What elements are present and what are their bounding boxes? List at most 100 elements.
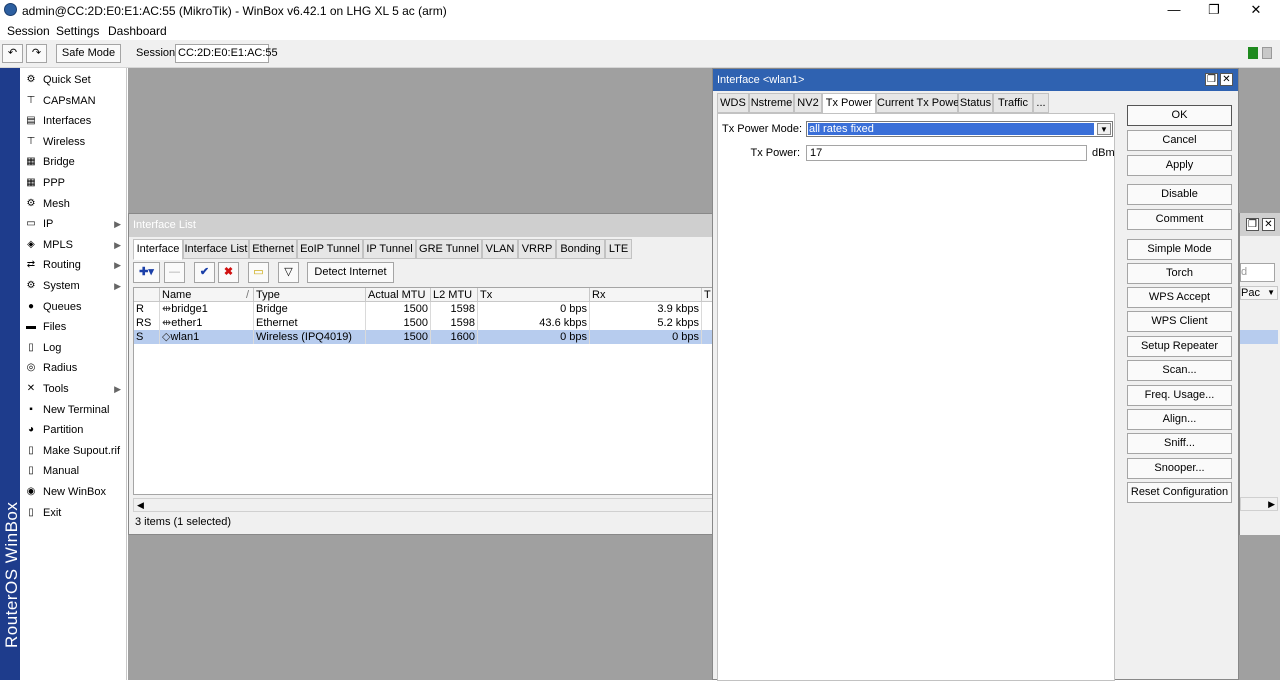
enable-button[interactable]: ✔	[194, 262, 215, 283]
add-button[interactable]: ✚▾	[133, 262, 160, 283]
bg-window-selected-row[interactable]	[1240, 330, 1278, 344]
sidebar-item-routing[interactable]: ⇄ Routing ▶	[20, 255, 127, 275]
scroll-left-arrow-icon[interactable]: ◀	[137, 499, 144, 511]
detect-internet-button[interactable]: Detect Internet	[307, 262, 394, 283]
tab-nstreme[interactable]: Nstreme	[749, 93, 794, 113]
col-type[interactable]: Type	[254, 288, 366, 302]
sidebar-item-files[interactable]: ▬ Files	[20, 317, 127, 337]
tab-interface[interactable]: Interface	[133, 239, 183, 260]
col-l2-mtu[interactable]: L2 MTU	[431, 288, 478, 302]
col-flags[interactable]	[134, 288, 160, 302]
ok-button[interactable]: OK	[1127, 105, 1232, 126]
tab-ip-tunnel[interactable]: IP Tunnel	[363, 239, 416, 259]
tx-power-input[interactable]: 17	[806, 145, 1087, 161]
bg-window-maximize-icon[interactable]: ❐	[1246, 218, 1259, 231]
align-button[interactable]: Align...	[1127, 409, 1232, 430]
tab-eoip-tunnel[interactable]: EoIP Tunnel	[297, 239, 363, 259]
maximize-button[interactable]: ❐	[1194, 0, 1234, 21]
sidebar-item-queues[interactable]: ● Queues	[20, 297, 127, 317]
simple-mode-button[interactable]: Simple Mode	[1127, 239, 1232, 260]
wlan-close-icon[interactable]: ✕	[1220, 73, 1233, 86]
horizontal-scrollbar[interactable]: ◀	[133, 498, 713, 512]
tab-wds[interactable]: WDS	[717, 93, 749, 113]
col-actual-mtu[interactable]: Actual MTU	[366, 288, 431, 302]
sidebar-item-exit[interactable]: ▯ Exit	[20, 503, 127, 523]
disable-button[interactable]: Disable	[1127, 184, 1232, 205]
sidebar-item-label: PPP	[43, 177, 66, 189]
safe-mode-button[interactable]: Safe Mode	[56, 44, 121, 63]
tab-interface-list[interactable]: Interface List	[183, 239, 249, 259]
filter-button[interactable]: ▽	[278, 262, 299, 283]
bg-window-column[interactable]: Pac ▼	[1240, 286, 1278, 300]
bg-window-search[interactable]: d	[1240, 263, 1275, 282]
sidebar-item-log[interactable]: ▯ Log	[20, 338, 127, 358]
torch-button[interactable]: Torch	[1127, 263, 1232, 284]
sidebar-item-radius[interactable]: ◎ Radius	[20, 358, 127, 378]
sidebar-item-new-winbox[interactable]: ◉ New WinBox	[20, 482, 127, 502]
cancel-button[interactable]: Cancel	[1127, 130, 1232, 151]
table-row[interactable]: S ◇wlan1 Wireless (IPQ4019) 1500 1600 0 bps 0 …	[134, 330, 712, 344]
minimize-button[interactable]: —	[1154, 0, 1194, 21]
menu-session[interactable]: Session	[7, 24, 50, 38]
tab-gre-tunnel[interactable]: GRE Tunnel	[416, 239, 482, 259]
setup-repeater-button[interactable]: Setup Repeater	[1127, 336, 1232, 357]
table-row[interactable]: R ⇹bridge1 Bridge 1500 1598 0 bps 3.9 kbps	[134, 302, 712, 316]
sidebar-item-new-terminal[interactable]: ▪ New Terminal	[20, 400, 127, 420]
sidebar-item-ip[interactable]: ▭ IP ▶	[20, 214, 127, 234]
sidebar-item-system[interactable]: ⚙ System ▶	[20, 276, 127, 296]
menu-dashboard[interactable]: Dashboard	[108, 24, 167, 38]
table-row[interactable]: RS ⇹ether1 Ethernet 1500 1598 43.6 kbps 5.2 kb…	[134, 316, 712, 330]
freq-usage-button[interactable]: Freq. Usage...	[1127, 385, 1232, 406]
tab-vrrp[interactable]: VRRP	[518, 239, 556, 259]
tx-power-mode-select[interactable]: all rates fixed ▼	[806, 121, 1113, 137]
tab-current-tx-power[interactable]: Current Tx Power	[876, 93, 963, 113]
col-name[interactable]: Name /	[160, 288, 254, 302]
tab-nv2[interactable]: NV2	[794, 93, 822, 113]
sidebar-item-ppp[interactable]: ▦ PPP	[20, 173, 127, 193]
comment-button[interactable]: Comment	[1127, 209, 1232, 230]
interface-list-title[interactable]: Interface List	[129, 214, 712, 237]
tab-tx-power[interactable]: Tx Power	[822, 93, 876, 114]
sidebar-item-partition[interactable]: ◕ Partition	[20, 420, 127, 440]
wlan-maximize-icon[interactable]: ❐	[1205, 73, 1218, 86]
comment-button[interactable]: ▭	[248, 262, 269, 283]
sidebar-item-capsman[interactable]: ⊤ CAPsMAN	[20, 91, 127, 111]
tab-ethernet[interactable]: Ethernet	[249, 239, 297, 259]
undo-button[interactable]: ↶	[2, 44, 23, 63]
tab-traffic[interactable]: Traffic	[993, 93, 1033, 113]
apply-button[interactable]: Apply	[1127, 155, 1232, 176]
close-button[interactable]: ✕	[1236, 0, 1276, 21]
redo-button[interactable]: ↷	[26, 44, 47, 63]
scan-button[interactable]: Scan...	[1127, 360, 1232, 381]
sidebar-item-tools[interactable]: ✕ Tools ▶	[20, 379, 127, 399]
tx-power-mode-value: all rates fixed	[808, 123, 1094, 135]
disable-button[interactable]: ✖	[218, 262, 239, 283]
tab-status[interactable]: Status	[958, 93, 993, 113]
sidebar-item-interfaces[interactable]: ▤ Interfaces	[20, 111, 127, 131]
session-field[interactable]: CC:2D:E0:E1:AC:55	[175, 44, 278, 63]
reset-configuration-button[interactable]: Reset Configuration	[1127, 482, 1232, 503]
sidebar-item-mpls[interactable]: ◈ MPLS ▶	[20, 235, 127, 255]
tab-vlan[interactable]: VLAN	[482, 239, 518, 259]
wlan-window-title[interactable]: Interface <wlan1>	[713, 69, 1238, 91]
wps-client-button[interactable]: WPS Client	[1127, 311, 1232, 332]
sidebar-item-manual[interactable]: ▯ Manual	[20, 461, 127, 481]
sidebar-item-quick-set[interactable]: ⚙ Quick Set	[20, 70, 127, 90]
bg-scroll-right-icon[interactable]: ▶	[1240, 497, 1278, 511]
sidebar-item-mesh[interactable]: ⚙ Mesh	[20, 194, 127, 214]
col-rx[interactable]: Rx	[590, 288, 702, 302]
col-tx[interactable]: Tx	[478, 288, 590, 302]
sidebar-item-make-supout-rif[interactable]: ▯ Make Supout.rif	[20, 441, 127, 461]
sidebar-item-wireless[interactable]: ⊤ Wireless	[20, 132, 127, 152]
snooper-button[interactable]: Snooper...	[1127, 458, 1232, 479]
sniff-button[interactable]: Sniff...	[1127, 433, 1232, 454]
wps-accept-button[interactable]: WPS Accept	[1127, 287, 1232, 308]
menu-settings[interactable]: Settings	[56, 24, 99, 38]
tab-lte[interactable]: LTE	[605, 239, 632, 259]
bg-window-close-icon[interactable]: ✕	[1262, 218, 1275, 231]
tab-more[interactable]: ...	[1033, 93, 1049, 113]
remove-button[interactable]: —	[164, 262, 185, 283]
dropdown-arrow-icon[interactable]: ▼	[1097, 123, 1111, 135]
tab-bonding[interactable]: Bonding	[556, 239, 605, 259]
sidebar-item-bridge[interactable]: ▦ Bridge	[20, 152, 127, 172]
